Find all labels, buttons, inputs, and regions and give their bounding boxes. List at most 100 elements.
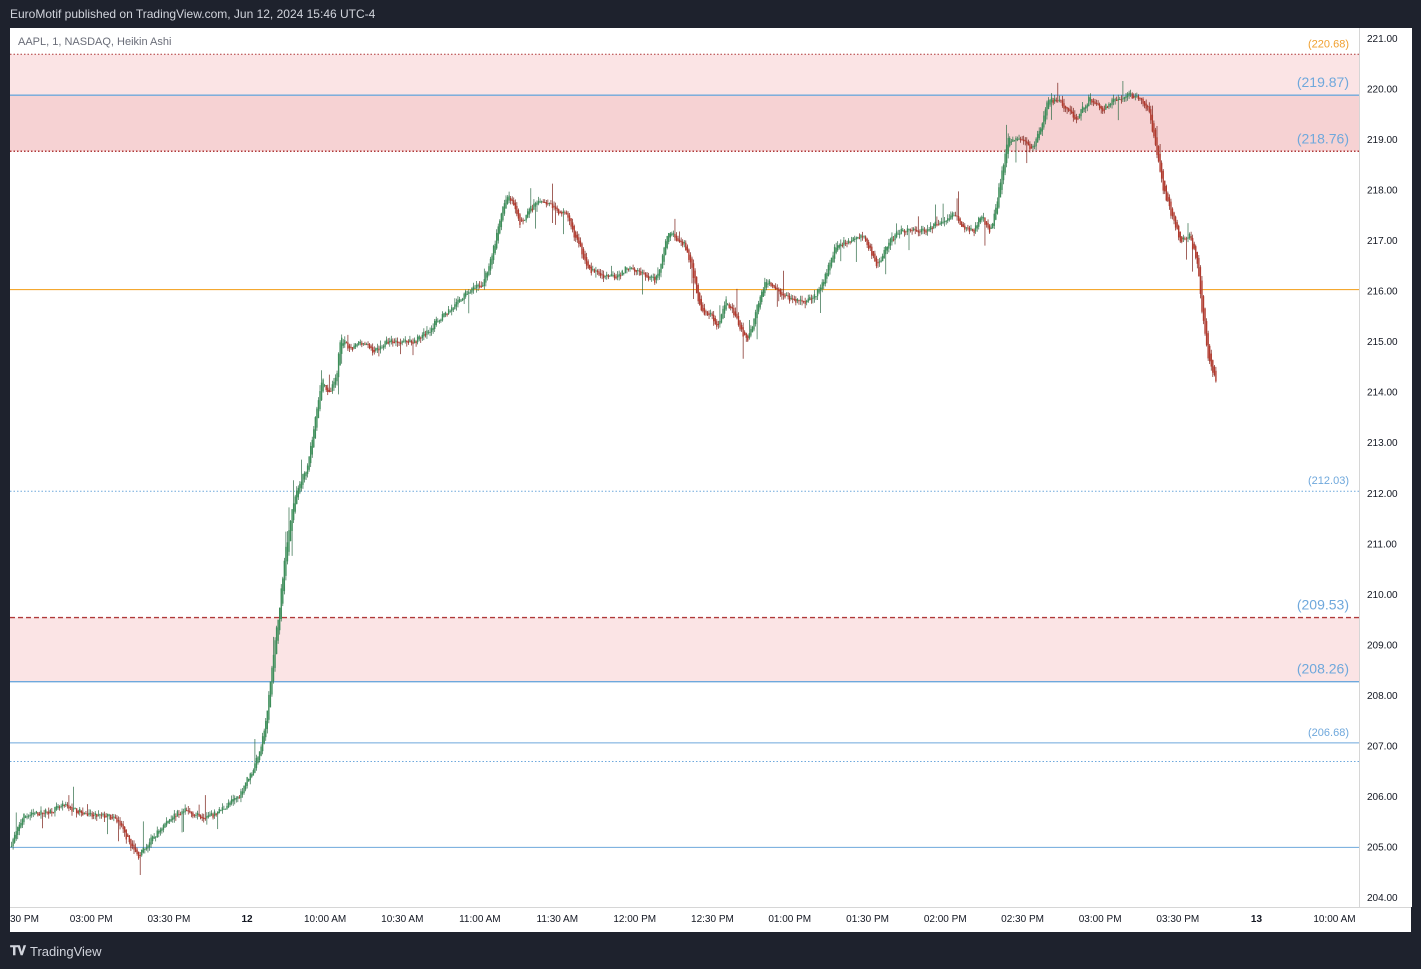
tradingview-brand[interactable]: 𝐓𝐕 TradingView (10, 943, 102, 959)
candle-body-595 (933, 223, 935, 229)
candle-body-773 (1209, 345, 1211, 362)
candle-body-394 (621, 270, 623, 276)
candle-body-761 (1190, 236, 1192, 240)
candle-body-481 (756, 305, 758, 319)
candle-body-207 (331, 384, 334, 392)
candle-body-596 (934, 221, 937, 227)
candle-body-0 (10, 845, 13, 847)
candle-body-422 (664, 241, 667, 255)
candle-body-230 (367, 344, 369, 346)
y-tick-label-17: 204.00 (1367, 893, 1398, 904)
zone-0 (10, 54, 1359, 96)
candle-body-512 (804, 301, 806, 304)
candle-body-409 (644, 272, 647, 277)
candle-body-129 (210, 813, 213, 816)
candle-body-338 (534, 203, 537, 207)
candle-body-213 (341, 337, 343, 354)
candle-body-233 (372, 347, 374, 353)
candle-body-716 (1120, 99, 1123, 101)
candle-body-269 (427, 331, 430, 333)
candle-body-76 (128, 835, 131, 843)
candle-body-417 (657, 273, 659, 278)
candle-body-324 (513, 200, 515, 206)
candle-body-425 (669, 233, 671, 238)
y-tick-label-5: 216.00 (1367, 287, 1398, 298)
candle-body-644 (1009, 137, 1011, 146)
candle-body-714 (1117, 98, 1119, 101)
candle-body-762 (1191, 237, 1194, 250)
candle-body-30 (57, 805, 59, 808)
candle-body-226 (361, 342, 363, 346)
candle-body-327 (517, 209, 520, 219)
candle-body-14 (32, 813, 34, 815)
candle-body-37 (68, 805, 70, 809)
candle-body-243 (387, 341, 389, 344)
candle-body-119 (195, 814, 197, 816)
candle-body-380 (599, 272, 602, 276)
candle-body-413 (651, 276, 653, 278)
candle-body-231 (368, 344, 371, 349)
candle-body-267 (424, 334, 427, 336)
candle-body-16 (35, 811, 38, 814)
candle-body-197 (316, 408, 318, 428)
candle-body-304 (482, 285, 484, 287)
candle-body-27 (52, 812, 55, 814)
candle-body-67 (114, 817, 117, 819)
candle-body-665 (1041, 123, 1043, 132)
candle-body-608 (953, 215, 955, 217)
candle-body-646 (1012, 139, 1014, 142)
candle-body-138 (224, 808, 227, 810)
candle-body-359 (567, 213, 569, 218)
candle-body-700 (1095, 102, 1098, 104)
candle-body-584 (916, 229, 918, 232)
candle-body-751 (1174, 216, 1177, 228)
candle-body-428 (674, 233, 676, 238)
candle-body-723 (1131, 93, 1133, 99)
candle-body-750 (1173, 212, 1175, 221)
candle-body-515 (809, 296, 811, 301)
candle-body-574 (900, 228, 902, 234)
candle-body-227 (362, 343, 365, 345)
candle-body-569 (892, 239, 895, 241)
candle-body-448 (705, 311, 707, 313)
candle-body-125 (204, 818, 206, 820)
candle-body-315 (499, 220, 501, 234)
candle-body-21 (43, 813, 45, 815)
candlestick-chart[interactable]: (220.68) (219.87) (218.76) (212.03) (209.53)… (0, 0, 1421, 969)
candle-body-451 (709, 312, 712, 315)
candle-body-328 (519, 214, 521, 225)
x-tick-label-1: 03:00 PM (70, 914, 113, 925)
candle-body-128 (209, 814, 211, 817)
candle-body-212 (339, 342, 341, 366)
candle-body-473 (744, 331, 746, 335)
candle-body-220 (351, 347, 354, 350)
candle-body-491 (771, 284, 774, 287)
candle-body-624 (978, 217, 980, 227)
candle-body-105 (173, 813, 175, 819)
candle-body-517 (812, 297, 814, 300)
candle-body-280 (444, 312, 447, 316)
candle-body-497 (781, 292, 783, 296)
candle-body-294 (466, 293, 468, 295)
candle-body-396 (624, 266, 627, 273)
candle-body-60 (103, 814, 106, 818)
candle-body-96 (159, 829, 162, 833)
candle-body-586 (919, 231, 921, 233)
candle-body-740 (1157, 146, 1160, 162)
candle-body-323 (511, 199, 513, 201)
candle-body-254 (404, 339, 406, 342)
candle-body-374 (590, 266, 592, 274)
candle-body-615 (964, 225, 966, 230)
candle-body-18 (38, 813, 41, 816)
candle-body-311 (492, 245, 495, 261)
candle-body-214 (342, 343, 344, 346)
candle-body-104 (172, 817, 174, 820)
candle-body-24 (48, 811, 50, 815)
candle-body-690 (1080, 109, 1082, 117)
candle-body-445 (700, 298, 702, 311)
candle-body-514 (807, 298, 809, 302)
candle-body-124 (203, 817, 205, 820)
candle-body-61 (105, 816, 107, 818)
candle-body-523 (821, 282, 823, 290)
candle-body-263 (418, 336, 420, 340)
